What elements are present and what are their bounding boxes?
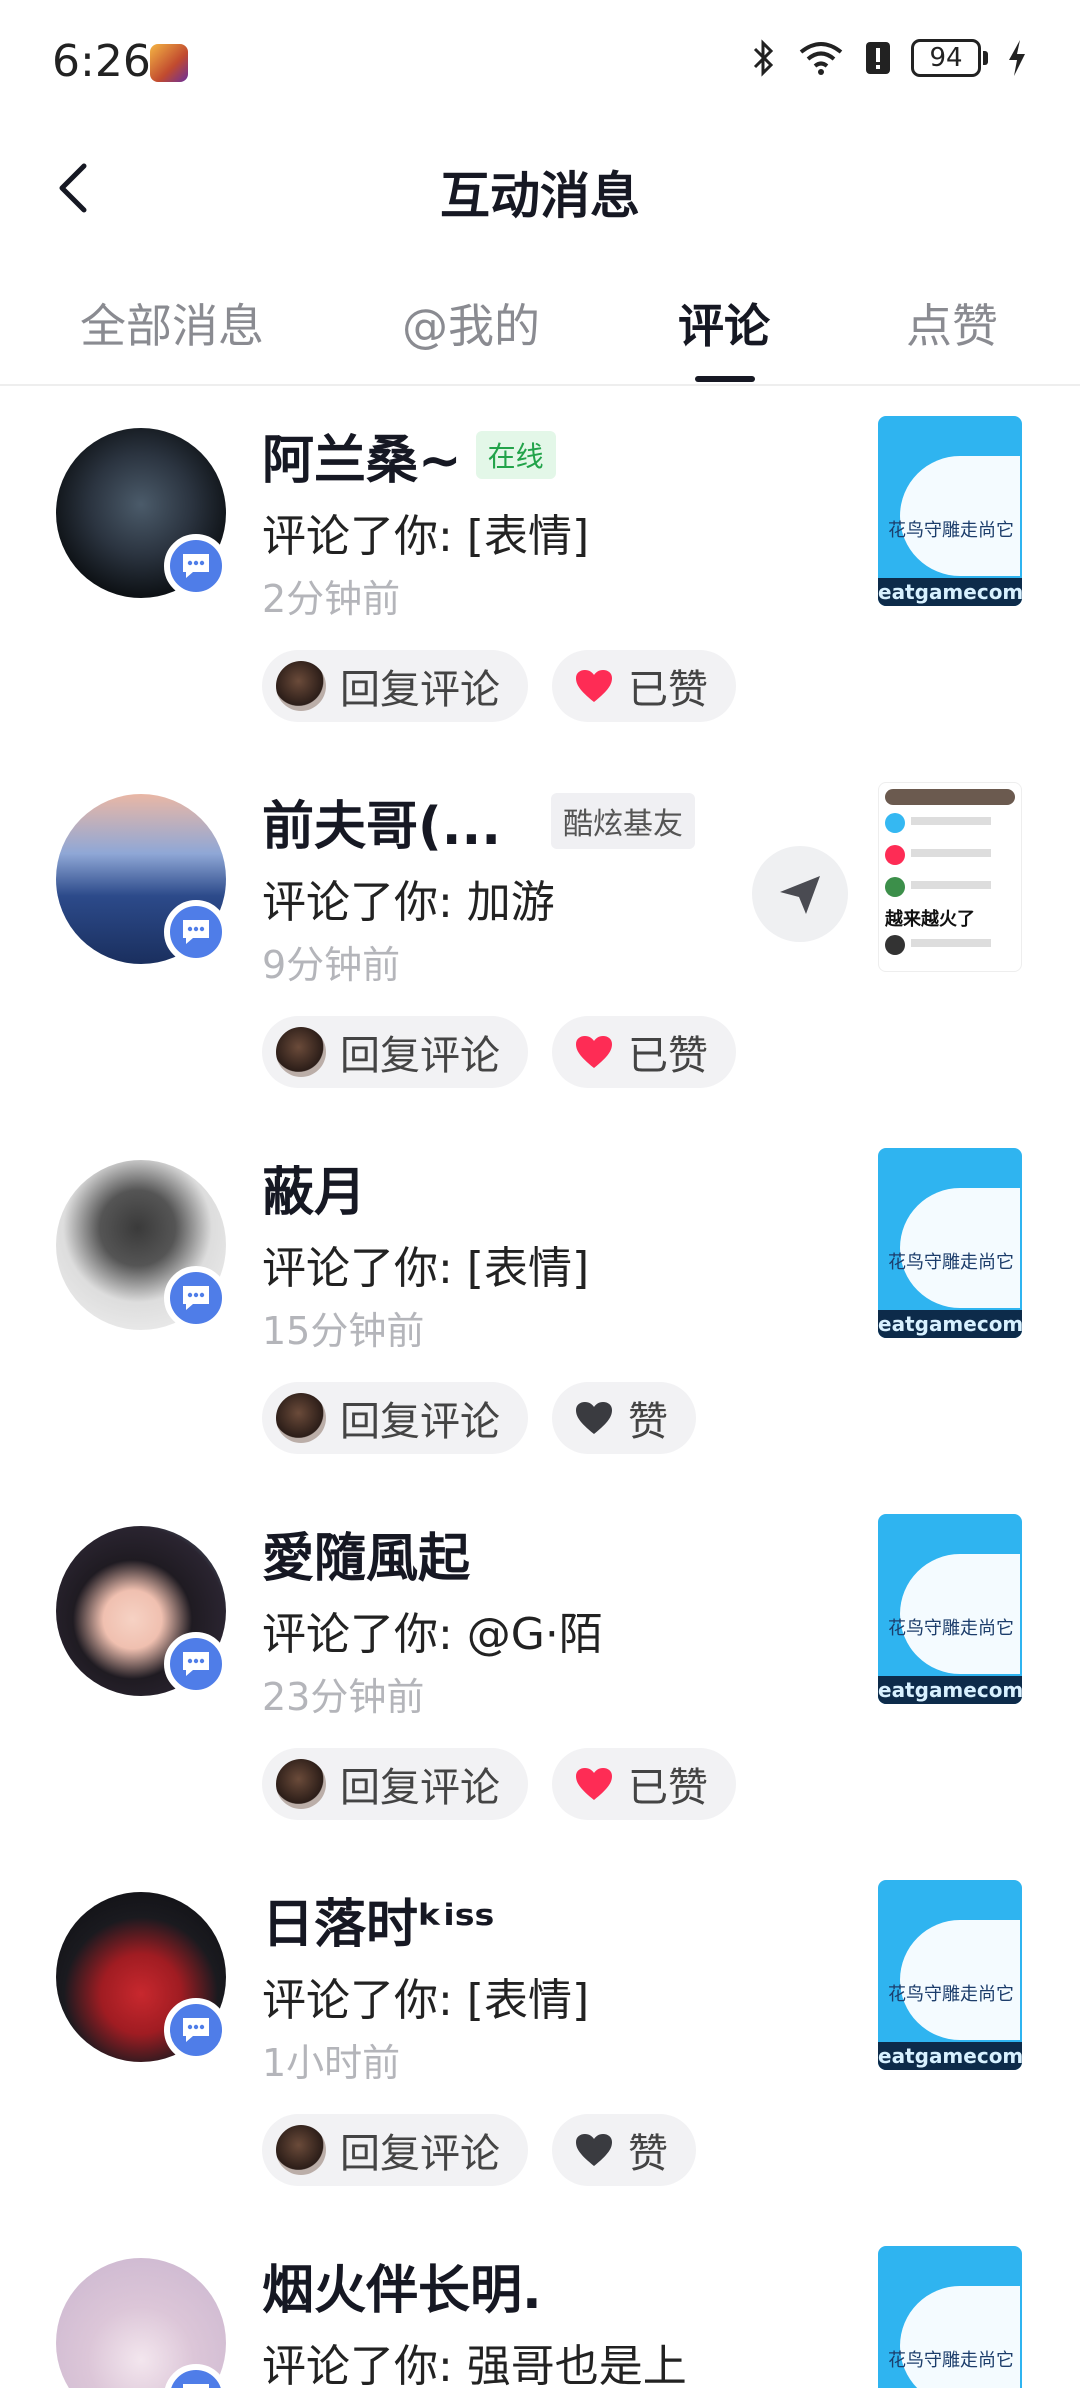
page-title: 互动消息 (440, 167, 640, 225)
system-icons: 94 (749, 38, 1028, 78)
comment-text[interactable]: 评论了你: 加游 (262, 866, 555, 930)
video-thumbnail[interactable]: 花鸟守雕走尚它 eatgamecompa (878, 416, 1022, 606)
video-thumbnail[interactable]: 花鸟守雕走尚它 eatgamecompa (878, 1148, 1022, 1338)
reply-label: 回复评论 (340, 1033, 500, 1079)
like-label: 赞 (628, 2131, 668, 2177)
thumbnail-caption: 越来越火了 (885, 909, 975, 930)
reply-comment-button[interactable]: 回复评论 (262, 1748, 528, 1820)
share-send-button[interactable] (752, 846, 848, 942)
header: 互动消息 (0, 130, 1080, 250)
reply-label: 回复评论 (340, 2131, 500, 2177)
user-name[interactable]: 阿兰桑~ (262, 418, 462, 493)
heart-icon (576, 670, 612, 702)
thumbnail-caption: 花鸟守雕走尚它 (888, 1252, 1014, 1273)
battery-level: 94 (911, 39, 981, 77)
like-button[interactable]: 已赞 (552, 1748, 736, 1820)
list-item[interactable]: 烟火伴长明. 评论了你: 强哥也是上 花鸟守雕走尚它 (0, 2220, 1080, 2388)
like-label: 已赞 (628, 1033, 708, 1079)
thumbnail-caption: 花鸟守雕走尚它 (888, 1984, 1014, 2005)
video-thumbnail[interactable]: 花鸟守雕走尚它 eatgamecompa (878, 1514, 1022, 1704)
thumbnail-strip: eatgamecompa (878, 578, 1022, 606)
status-bar: 6:26 94 (0, 0, 1080, 120)
like-button[interactable]: 已赞 (552, 650, 736, 722)
battery-icon: 94 (911, 39, 988, 77)
heart-icon (576, 1402, 612, 1434)
like-button[interactable]: 赞 (552, 2114, 696, 2186)
tab-active-indicator (695, 376, 755, 382)
tab-comments[interactable]: 评论 (678, 290, 770, 356)
list-item[interactable]: 日落时ᵏⁱˢˢ 评论了你: [表情] 1小时前 回复评论 赞 花鸟守雕走尚它 e… (0, 1854, 1080, 2220)
thumbnail-strip: eatgamecompa (878, 1676, 1022, 1704)
like-label: 已赞 (628, 1765, 708, 1811)
user-name[interactable]: 前夫哥(... (262, 784, 501, 859)
wifi-icon (799, 42, 843, 75)
tab-all-messages[interactable]: 全部消息 (80, 290, 264, 356)
timestamp: 1小时前 (262, 2041, 401, 2085)
like-button[interactable]: 已赞 (552, 1016, 736, 1088)
list-item[interactable]: 愛隨風起 评论了你: @G·陌 23分钟前 回复评论 已赞 花鸟守雕走尚它 ea… (0, 1488, 1080, 1854)
my-avatar (276, 1393, 326, 1443)
reply-comment-button[interactable]: 回复评论 (262, 650, 528, 722)
alert-icon (866, 42, 890, 74)
user-name[interactable]: 日落时ᵏⁱˢˢ (262, 1882, 494, 1957)
timestamp: 9分钟前 (262, 943, 401, 987)
list-item[interactable]: 前夫哥(... 酷炫基友 评论了你: 加游 9分钟前 回复评论 已赞 越来越火了 (0, 756, 1080, 1122)
like-label: 已赞 (628, 667, 708, 713)
tab-bar: 全部消息 @我的 评论 点赞 (0, 268, 1080, 386)
comment-text[interactable]: 评论了你: 强哥也是上 (262, 2330, 687, 2388)
reply-comment-button[interactable]: 回复评论 (262, 2114, 528, 2186)
bluetooth-icon (753, 39, 774, 77)
comment-text[interactable]: 评论了你: [表情] (262, 1232, 589, 1296)
heart-icon (576, 1768, 612, 1800)
my-avatar (276, 1759, 326, 1809)
video-thumbnail[interactable]: 花鸟守雕走尚它 (878, 2246, 1022, 2388)
comment-badge-icon (164, 1266, 228, 1330)
video-thumbnail[interactable]: 越来越火了 (878, 782, 1022, 972)
user-name[interactable]: 烟火伴长明. (262, 2248, 542, 2323)
list-item[interactable]: 蔽月 评论了你: [表情] 15分钟前 回复评论 赞 花鸟守雕走尚它 eatga… (0, 1122, 1080, 1488)
reply-comment-button[interactable]: 回复评论 (262, 1016, 528, 1088)
comment-text[interactable]: 评论了你: [表情] (262, 500, 589, 564)
thumbnail-caption: 花鸟守雕走尚它 (888, 520, 1014, 541)
heart-icon (576, 1036, 612, 1068)
friend-tag: 酷炫基友 (551, 793, 696, 849)
app-icon (150, 44, 188, 82)
reply-label: 回复评论 (340, 667, 500, 713)
thumbnail-caption: 花鸟守雕走尚它 (888, 2350, 1014, 2371)
my-avatar (276, 2125, 326, 2175)
reply-label: 回复评论 (340, 1765, 500, 1811)
heart-icon (576, 2134, 612, 2166)
comment-text[interactable]: 评论了你: [表情] (262, 1964, 589, 2028)
reply-label: 回复评论 (340, 1399, 500, 1445)
reply-comment-button[interactable]: 回复评论 (262, 1382, 528, 1454)
my-avatar (276, 661, 326, 711)
video-thumbnail[interactable]: 花鸟守雕走尚它 eatgamecompa (878, 1880, 1022, 2070)
thumbnail-strip: eatgamecompa (878, 2042, 1022, 2070)
comment-badge-icon (164, 534, 228, 598)
like-button[interactable]: 赞 (552, 1382, 696, 1454)
timestamp: 15分钟前 (262, 1309, 425, 1353)
status-time: 6:26 (52, 36, 151, 87)
thumbnail-caption: 花鸟守雕走尚它 (888, 1618, 1014, 1639)
list-item[interactable]: 阿兰桑~ 在线 评论了你: [表情] 2分钟前 回复评论 已赞 花鸟守雕走尚它 … (0, 390, 1080, 756)
comment-badge-icon (164, 1998, 228, 2062)
charging-icon (1009, 40, 1025, 76)
thumbnail-strip: eatgamecompa (878, 1310, 1022, 1338)
user-name[interactable]: 蔽月 (262, 1150, 366, 1225)
comment-text[interactable]: 评论了你: @G·陌 (262, 1598, 603, 1662)
timestamp: 23分钟前 (262, 1675, 425, 1719)
tab-mentions[interactable]: @我的 (402, 290, 540, 356)
tab-likes[interactable]: 点赞 (906, 290, 998, 356)
send-icon (780, 876, 820, 914)
user-name[interactable]: 愛隨風起 (262, 1516, 470, 1591)
comment-badge-icon (164, 1632, 228, 1696)
my-avatar (276, 1027, 326, 1077)
timestamp: 2分钟前 (262, 577, 401, 621)
comment-badge-icon (164, 900, 228, 964)
like-label: 赞 (628, 1399, 668, 1445)
online-tag: 在线 (475, 431, 556, 479)
